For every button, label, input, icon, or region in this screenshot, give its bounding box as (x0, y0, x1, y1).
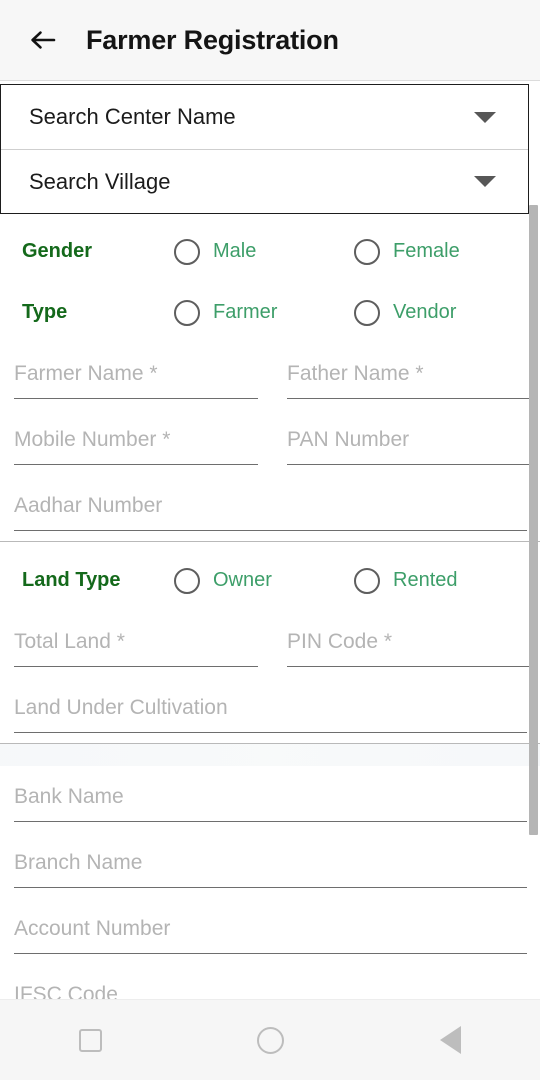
app-bar: Farmer Registration (0, 0, 540, 81)
land-type-radio-row: Land Type Owner Rented (0, 550, 540, 611)
field-underline (14, 820, 527, 822)
radio-label-farmer: Farmer (213, 301, 278, 323)
bank-details-section: Bank Name Branch Name Account Number IFS… (0, 744, 540, 999)
field-row: IFSC Code (0, 964, 540, 999)
home-button[interactable] (225, 1010, 315, 1070)
section-divider (0, 541, 540, 542)
gender-radio-row: Gender Male Female (0, 221, 540, 282)
field-row: Mobile Number * PAN Number (0, 409, 540, 475)
field-mobile-number-placeholder: Mobile Number * (14, 428, 171, 451)
type-radio-row: Type Farmer Vendor (0, 282, 540, 343)
back-button[interactable] (12, 9, 74, 71)
dropdown-search-village[interactable]: Search Village (1, 149, 528, 213)
radio-label-female: Female (393, 240, 460, 262)
radio-option-male[interactable]: Male (174, 238, 354, 265)
land-details-section: Land Type Owner Rented Total Land * PIN … (0, 550, 540, 743)
arrow-left-icon (26, 23, 60, 57)
field-land-under-cultivation[interactable]: Land Under Cultivation (14, 677, 527, 743)
radio-label-male: Male (213, 240, 257, 262)
circle-icon (256, 1026, 284, 1054)
field-underline (14, 665, 258, 667)
personal-fields-grid: Farmer Name * Father Name * Mobile Numbe… (0, 343, 540, 541)
field-ifsc-code[interactable]: IFSC Code (14, 964, 527, 999)
field-underline (14, 886, 527, 888)
square-icon (78, 1028, 102, 1052)
field-underline (287, 463, 529, 465)
field-underline (287, 397, 529, 399)
field-underline (14, 463, 258, 465)
personal-details-section: Gender Male Female Type Farmer Vendor Fa… (0, 221, 540, 541)
field-pan-number-placeholder: PAN Number (287, 428, 410, 451)
radio-circle-icon (354, 238, 380, 265)
dropdown-village-label: Search Village (29, 168, 171, 194)
dropdown-center-name-label: Search Center Name (29, 104, 236, 129)
field-branch-name-placeholder: Branch Name (14, 851, 143, 874)
field-pan-number[interactable]: PAN Number (287, 409, 529, 475)
field-row: Aadhar Number (0, 475, 540, 541)
field-aadhar-number[interactable]: Aadhar Number (14, 475, 527, 541)
clipped-section-artifact (0, 744, 540, 766)
form-scroll-region[interactable]: Gender Male Female Type Farmer Vendor Fa… (0, 213, 540, 999)
radio-option-rented[interactable]: Rented (354, 567, 534, 594)
radio-circle-icon (354, 567, 380, 594)
field-farmer-name[interactable]: Farmer Name * (14, 343, 258, 409)
triangle-back-icon (439, 1026, 461, 1054)
radio-circle-icon (174, 299, 200, 326)
field-mobile-number[interactable]: Mobile Number * (14, 409, 258, 475)
field-account-number[interactable]: Account Number (14, 898, 527, 964)
field-underline (14, 731, 527, 733)
vertical-scrollbar-thumb[interactable] (529, 205, 538, 835)
land-type-group-label: Land Type (22, 569, 121, 591)
search-dropdown-group: Search Center Name Search Village (0, 84, 529, 214)
field-bank-name-placeholder: Bank Name (14, 785, 124, 808)
radio-label-rented: Rented (393, 569, 458, 591)
field-aadhar-number-placeholder: Aadhar Number (14, 494, 163, 517)
field-underline (14, 952, 527, 954)
field-pin-code[interactable]: PIN Code * (287, 611, 529, 677)
chevron-down-icon (474, 111, 496, 123)
recents-button[interactable] (45, 1010, 135, 1070)
field-underline (287, 665, 529, 667)
radio-circle-icon (354, 299, 380, 326)
page-title: Farmer Registration (86, 24, 339, 55)
field-row: Total Land * PIN Code * (0, 611, 540, 677)
field-total-land[interactable]: Total Land * (14, 611, 258, 677)
radio-circle-icon (174, 238, 200, 265)
radio-label-vendor: Vendor (393, 301, 457, 323)
bank-fields-grid: Bank Name Branch Name Account Number IFS… (0, 766, 540, 999)
field-ifsc-code-placeholder: IFSC Code (14, 983, 118, 999)
field-row: Account Number (0, 898, 540, 964)
field-row: Branch Name (0, 832, 540, 898)
type-group-label: Type (22, 301, 68, 323)
field-underline (14, 529, 527, 531)
field-row: Land Under Cultivation (0, 677, 540, 743)
field-row: Farmer Name * Father Name * (0, 343, 540, 409)
field-branch-name[interactable]: Branch Name (14, 832, 527, 898)
chevron-down-icon (474, 176, 496, 187)
field-underline (14, 397, 258, 399)
field-total-land-placeholder: Total Land * (14, 630, 125, 653)
radio-option-farmer[interactable]: Farmer (174, 299, 354, 326)
android-navigation-bar (0, 999, 540, 1080)
radio-option-female[interactable]: Female (354, 238, 534, 265)
field-farmer-name-placeholder: Farmer Name * (14, 362, 158, 385)
dropdown-search-center-name[interactable]: Search Center Name (1, 85, 528, 149)
field-account-number-placeholder: Account Number (14, 917, 171, 940)
radio-label-owner: Owner (213, 569, 272, 591)
field-land-under-cultivation-placeholder: Land Under Cultivation (14, 696, 228, 719)
field-father-name-placeholder: Father Name * (287, 362, 424, 385)
field-row: Bank Name (0, 766, 540, 832)
back-nav-button[interactable] (405, 1010, 495, 1070)
farmer-registration-screen: Farmer Registration Search Center Name S… (0, 0, 540, 1080)
land-fields-grid: Total Land * PIN Code * Land Under Culti… (0, 611, 540, 743)
radio-circle-icon (174, 567, 200, 594)
field-pin-code-placeholder: PIN Code * (287, 630, 393, 653)
field-father-name[interactable]: Father Name * (287, 343, 529, 409)
radio-option-owner[interactable]: Owner (174, 567, 354, 594)
gender-group-label: Gender (22, 240, 93, 262)
radio-option-vendor[interactable]: Vendor (354, 299, 534, 326)
field-bank-name[interactable]: Bank Name (14, 766, 527, 832)
